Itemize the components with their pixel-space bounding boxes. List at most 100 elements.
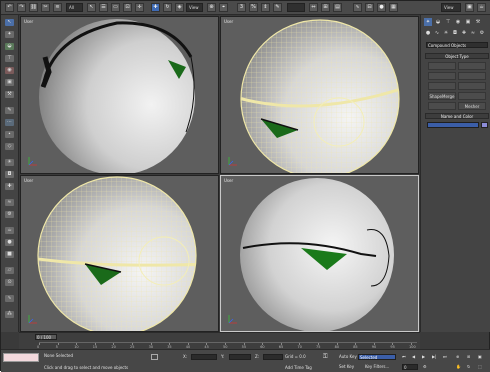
- zoom-extents-icon[interactable]: ▣: [478, 354, 482, 359]
- link-icon[interactable]: ⛓: [29, 3, 38, 12]
- viewport-label[interactable]: User: [224, 19, 233, 24]
- viewport-label[interactable]: User: [224, 178, 233, 183]
- shape-icon[interactable]: ∿: [5, 295, 14, 302]
- y-coordinate-field[interactable]: [229, 354, 251, 360]
- spinner-icon[interactable]: ⇕: [261, 3, 270, 12]
- compound-button[interactable]: [458, 92, 486, 100]
- compound-button[interactable]: [428, 62, 456, 70]
- systems-icon[interactable]: ⚙: [5, 211, 14, 218]
- mesher-button[interactable]: Mesher: [458, 102, 486, 110]
- key-icon[interactable]: ⚿: [323, 353, 332, 361]
- helper-icon[interactable]: ✚: [5, 183, 14, 190]
- compound-button[interactable]: [458, 72, 486, 80]
- selection-filter-dropdown[interactable]: All: [66, 3, 83, 12]
- spacewarp-icon[interactable]: ≈: [5, 199, 14, 206]
- lights-icon[interactable]: ☀: [442, 29, 450, 37]
- render-setup-icon[interactable]: ▦: [389, 3, 398, 12]
- go-to-end-icon[interactable]: ⏭: [443, 354, 447, 359]
- key-mode-dropdown[interactable]: Selected: [358, 354, 396, 360]
- edge-icon[interactable]: ⋯: [5, 119, 14, 126]
- time-slider-thumb[interactable]: 0 / 100: [35, 334, 57, 340]
- select-icon[interactable]: ↖: [87, 3, 96, 12]
- curve-editor-icon[interactable]: ∿: [353, 3, 362, 12]
- utilities-tab-icon[interactable]: ⚒: [474, 18, 482, 26]
- x-coordinate-field[interactable]: [191, 354, 217, 360]
- motion-icon[interactable]: ◉: [5, 67, 14, 74]
- viewport-label[interactable]: User: [24, 178, 33, 183]
- vertex-icon[interactable]: ∙: [5, 131, 14, 138]
- camera-icon[interactable]: ◘: [5, 171, 14, 178]
- snap-icon[interactable]: ⊕: [207, 3, 216, 12]
- compound-button[interactable]: [428, 82, 456, 90]
- previous-frame-icon[interactable]: ◀: [412, 354, 415, 359]
- set-key-button[interactable]: Set Key: [339, 364, 354, 369]
- polygon-icon[interactable]: ◇: [5, 143, 14, 150]
- zoom-all-icon[interactable]: ⊞: [467, 354, 470, 359]
- region-icon[interactable]: ▭: [111, 3, 120, 12]
- light-icon[interactable]: ☀: [5, 159, 14, 166]
- render-preset-dropdown[interactable]: View: [441, 3, 461, 12]
- redo-icon[interactable]: ↷: [17, 3, 26, 12]
- compound-button[interactable]: [428, 72, 456, 80]
- viewport-bottom-right[interactable]: User: [220, 175, 419, 332]
- viewport-label[interactable]: User: [24, 19, 33, 24]
- key-filters-button[interactable]: Key Filters...: [365, 364, 389, 369]
- motion-tab-icon[interactable]: ◉: [454, 18, 462, 26]
- edit-named-icon[interactable]: ✎: [273, 3, 282, 12]
- sphere-object[interactable]: [39, 19, 195, 174]
- compound-button[interactable]: [458, 82, 486, 90]
- undo-icon[interactable]: ↶: [5, 3, 14, 12]
- lock-selection-icon[interactable]: [151, 354, 158, 360]
- orbit-icon[interactable]: ↻: [467, 364, 470, 369]
- category-dropdown[interactable]: Compound Objects: [426, 42, 488, 48]
- sphere-icon[interactable]: ●: [5, 239, 14, 246]
- named-sets-dropdown[interactable]: [287, 3, 305, 12]
- spacewarps-icon[interactable]: ≈: [469, 29, 477, 37]
- pan-icon[interactable]: ✋: [456, 364, 461, 369]
- move-icon[interactable]: ✛: [135, 3, 144, 12]
- brush-icon[interactable]: ✎: [5, 107, 14, 114]
- unlink-icon[interactable]: ✂: [41, 3, 50, 12]
- auto-key-button[interactable]: Auto Key: [339, 354, 357, 359]
- name-and-color-rollout[interactable]: Name and Color: [425, 113, 489, 119]
- go-to-start-icon[interactable]: ⏮: [402, 354, 406, 359]
- pivot-icon[interactable]: ◈: [175, 3, 184, 12]
- mirror-icon[interactable]: ⇔: [309, 3, 318, 12]
- viewport-top-left[interactable]: User: [20, 16, 219, 174]
- shapes-icon[interactable]: ∿: [433, 29, 441, 37]
- cylinder-icon[interactable]: ⊙: [5, 279, 14, 286]
- teapot-icon[interactable]: ☕: [5, 227, 14, 234]
- maxscript-listener[interactable]: [3, 353, 39, 362]
- schematic-icon[interactable]: ⊟: [365, 3, 374, 12]
- viewport-top-right[interactable]: User: [220, 16, 419, 174]
- render-icon[interactable]: ☕: [477, 3, 486, 12]
- cameras-icon[interactable]: ◘: [451, 29, 459, 37]
- box-icon[interactable]: ■: [5, 251, 14, 258]
- next-frame-icon[interactable]: ▶|: [432, 354, 436, 359]
- systems-icon[interactable]: ⚙: [478, 29, 486, 37]
- shapemerge-button[interactable]: ShapeMerge: [428, 92, 456, 100]
- geometry-icon[interactable]: ●: [424, 29, 432, 37]
- z-coordinate-field[interactable]: [263, 354, 283, 360]
- add-time-tag-button[interactable]: Add Time Tag: [285, 365, 312, 370]
- track-bar[interactable]: 0 5 10 15 20 25 30 35 40 45 50 55 60 65 70 75 80 85 90 95 10…: [37, 342, 417, 349]
- window-icon[interactable]: ⊡: [123, 3, 132, 12]
- hierarchy-tab-icon[interactable]: ⊤: [444, 18, 452, 26]
- reference-coord-dropdown[interactable]: View: [186, 3, 203, 12]
- object-name-field[interactable]: [427, 122, 479, 128]
- helpers-icon[interactable]: ✚: [460, 29, 468, 37]
- object-type-rollout[interactable]: Object Type: [425, 53, 489, 59]
- render-frame-icon[interactable]: ▣: [465, 3, 474, 12]
- rotate-icon[interactable]: ✚: [151, 3, 160, 12]
- plane-icon[interactable]: ▱: [5, 267, 14, 274]
- object-color-swatch[interactable]: [481, 122, 488, 128]
- angle-snap-icon[interactable]: ⌖: [219, 3, 228, 12]
- zoom-icon[interactable]: ⊕: [456, 354, 459, 359]
- display-tab-icon[interactable]: ▣: [464, 18, 472, 26]
- material-editor-icon[interactable]: ●: [377, 3, 386, 12]
- time-slider[interactable]: 0 / 100 0 5 10 15 20 25 30 35 40 45 50 55 60 65 70 75 80…: [19, 332, 420, 349]
- display-icon[interactable]: ▣: [5, 79, 14, 86]
- particle-icon[interactable]: ⁂: [5, 311, 14, 318]
- bind-icon[interactable]: ≋: [53, 3, 62, 12]
- select-object-icon[interactable]: ↖: [5, 19, 14, 26]
